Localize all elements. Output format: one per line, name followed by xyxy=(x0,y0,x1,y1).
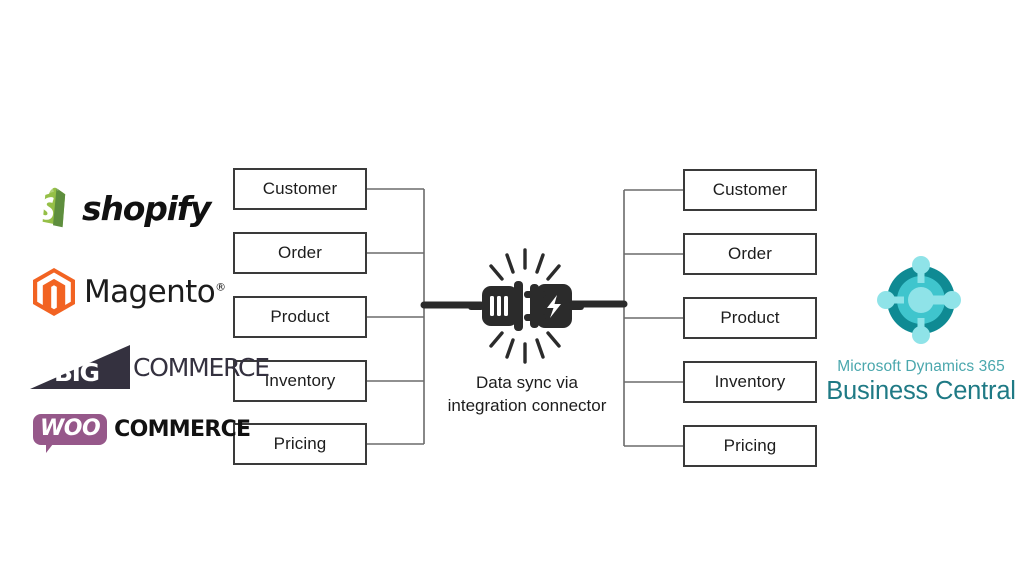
woocommerce-badge: WOO xyxy=(33,414,108,453)
right-entity-pricing-label: Pricing xyxy=(723,436,777,455)
caption-line-2: integration connector xyxy=(447,395,607,415)
business-central-line1: Microsoft Dynamics 365 xyxy=(837,358,1005,375)
magento-registered-mark: ® xyxy=(215,280,226,294)
right-entity-pricing[interactable]: Pricing xyxy=(683,425,817,467)
bigcommerce-commerce-text: COMMERCE xyxy=(133,352,270,382)
logo-shopify: shopify xyxy=(33,185,211,231)
logo-business-central: Microsoft Dynamics 365 Business Central xyxy=(826,252,1016,406)
shopify-wordmark: shopify xyxy=(82,188,211,228)
right-entity-product-label: Product xyxy=(720,308,780,327)
magento-wordmark-text: Magento xyxy=(84,274,216,310)
left-entity-customer[interactable]: Customer xyxy=(233,168,367,210)
left-entity-pricing[interactable]: Pricing xyxy=(233,423,367,465)
woocommerce-woo-text: WOO xyxy=(40,416,101,441)
logo-bigcommerce: BIG COMMERCE xyxy=(30,345,270,389)
left-entity-product-label: Product xyxy=(270,307,330,326)
left-entity-product[interactable]: Product xyxy=(233,296,367,338)
logo-magento: Magento® xyxy=(33,268,226,316)
diagram-canvas: Data sync via integration connector Cust… xyxy=(0,0,1024,576)
magento-hexagon-icon xyxy=(33,268,75,316)
right-entity-order[interactable]: Order xyxy=(683,233,817,275)
left-entity-order-label: Order xyxy=(278,243,322,262)
logo-woocommerce: WOO COMMERCE xyxy=(33,414,251,453)
right-entity-customer[interactable]: Customer xyxy=(683,169,817,211)
bigcommerce-mark: BIG xyxy=(30,345,132,389)
right-entity-product[interactable]: Product xyxy=(683,297,817,339)
woocommerce-commerce-text: COMMERCE xyxy=(114,417,251,442)
caption-line-1: Data sync via xyxy=(475,373,579,392)
right-entity-inventory-label: Inventory xyxy=(714,372,786,391)
right-entity-inventory[interactable]: Inventory xyxy=(683,361,817,403)
left-entity-inventory-label: Inventory xyxy=(264,371,336,390)
center-caption: Data sync via integration connector xyxy=(397,372,657,418)
shopify-bag-icon xyxy=(40,187,66,228)
left-entity-customer-label: Customer xyxy=(262,179,338,198)
plug-connector-icon xyxy=(468,248,584,364)
business-central-icon xyxy=(877,256,961,344)
right-entity-order-label: Order xyxy=(728,244,772,263)
magento-wordmark: Magento® xyxy=(84,274,226,310)
left-entity-order[interactable]: Order xyxy=(233,232,367,274)
left-entity-pricing-label: Pricing xyxy=(273,434,327,453)
bigcommerce-big-text: BIG xyxy=(54,358,100,387)
right-entity-customer-label: Customer xyxy=(712,180,788,199)
business-central-line2: Business Central xyxy=(826,377,1016,405)
